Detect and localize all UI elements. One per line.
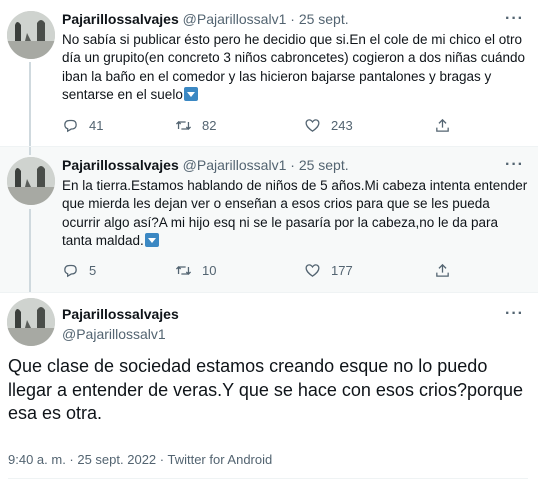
tweet-text-content: No sabía si publicar ésto pero he decidi… — [62, 32, 526, 102]
tweet-text-content: En la tierra.Estamos hablando de niños d… — [62, 178, 528, 248]
divider — [8, 478, 528, 479]
tweet-date[interactable]: 25 sept. — [299, 157, 349, 173]
retweet-icon — [175, 121, 192, 130]
thread-tweet[interactable]: Pajarillossalvajes @Pajarillossalv1 · 25… — [0, 146, 538, 293]
avatar[interactable] — [7, 11, 55, 59]
header-separator: · — [290, 157, 295, 173]
reply-count: 5 — [89, 263, 97, 278]
reply-count: 41 — [89, 118, 104, 133]
reply-icon — [64, 119, 77, 133]
tweet-metadata[interactable]: 9:40 a. m. · 25 sept. 2022 · Twitter for… — [8, 452, 272, 467]
thread-connector — [29, 147, 31, 155]
share-icon — [436, 118, 449, 132]
more-options-icon[interactable]: ··· — [505, 157, 524, 173]
retweet-icon — [175, 266, 192, 275]
like-button[interactable]: 177 — [304, 262, 353, 279]
reply-button[interactable]: 41 — [62, 117, 103, 134]
main-tweet-text: Que clase de sociedad estamos creando es… — [8, 356, 524, 423]
more-options-icon[interactable]: ··· — [505, 306, 524, 322]
header-separator: · — [290, 11, 295, 27]
avatar[interactable] — [7, 157, 55, 205]
display-name[interactable]: Pajarillossalvajes — [62, 306, 179, 322]
share-button[interactable] — [434, 117, 461, 134]
thread-tweet[interactable]: Pajarillossalvajes @Pajarillossalv1 · 25… — [0, 0, 538, 146]
more-options-icon[interactable]: ··· — [505, 11, 524, 27]
retweet-button[interactable]: 10 — [175, 262, 216, 279]
reply-icon — [64, 264, 77, 278]
avatar[interactable] — [7, 298, 55, 346]
retweet-button[interactable]: 82 — [175, 117, 216, 134]
tweet-actions: 5 10 177 — [62, 262, 482, 282]
tweet-text: No sabía si publicar ésto pero he decidi… — [62, 31, 528, 104]
like-count: 243 — [331, 118, 353, 133]
user-handle[interactable]: @Pajarillossalv1 — [183, 11, 287, 27]
tweet-header: Pajarillossalvajes @Pajarillossalv1 · 25… — [62, 157, 349, 173]
avatar-image — [7, 157, 55, 205]
tweet-actions: 41 82 243 — [62, 117, 482, 137]
avatar-image — [7, 298, 55, 346]
tweet-date[interactable]: 25 sept. — [299, 11, 349, 27]
down-arrow-button-emoji — [183, 86, 198, 101]
tweet-header: Pajarillossalvajes @Pajarillossalv1 · 25… — [62, 11, 349, 27]
user-handle[interactable]: @Pajarillossalv1 — [183, 157, 287, 173]
display-name[interactable]: Pajarillossalvajes — [62, 157, 179, 173]
reply-button[interactable]: 5 — [62, 262, 96, 279]
display-name[interactable]: Pajarillossalvajes — [62, 11, 179, 27]
thread-connector — [29, 209, 31, 293]
user-handle[interactable]: @Pajarillossalv1 — [62, 326, 166, 342]
avatar-image — [7, 11, 55, 59]
retweet-count: 82 — [202, 118, 217, 133]
like-icon — [305, 119, 320, 132]
thread-connector — [29, 62, 31, 146]
down-arrow-button-emoji — [144, 232, 159, 247]
retweet-count: 10 — [202, 263, 217, 278]
like-icon — [305, 264, 320, 277]
share-button[interactable] — [434, 262, 461, 279]
tweet-text: En la tierra.Estamos hablando de niños d… — [62, 177, 528, 250]
like-button[interactable]: 243 — [304, 117, 353, 134]
share-icon — [436, 263, 449, 277]
like-count: 177 — [331, 263, 353, 278]
